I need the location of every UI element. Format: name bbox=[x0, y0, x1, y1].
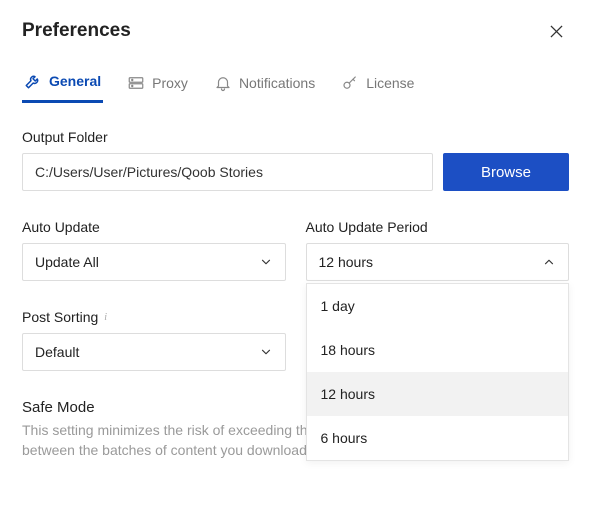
auto-update-value: Update All bbox=[35, 254, 99, 270]
output-folder-label: Output Folder bbox=[22, 129, 569, 145]
page-title: Preferences bbox=[22, 20, 131, 42]
chevron-down-icon bbox=[259, 255, 273, 269]
post-sorting-value: Default bbox=[35, 344, 79, 360]
auto-update-period-label: Auto Update Period bbox=[306, 219, 570, 235]
tab-license[interactable]: License bbox=[339, 68, 416, 102]
wrench-icon bbox=[24, 72, 42, 90]
tab-label: Notifications bbox=[239, 75, 315, 91]
post-sorting-section: Post Sorting i Default bbox=[22, 309, 286, 371]
auto-update-period-option[interactable]: 1 day bbox=[307, 284, 569, 328]
chevron-up-icon bbox=[542, 255, 556, 269]
server-icon bbox=[127, 74, 145, 92]
bell-icon bbox=[214, 74, 232, 92]
auto-update-select[interactable]: Update All bbox=[22, 243, 286, 281]
close-icon bbox=[550, 25, 563, 38]
tabs: General Proxy Notifications License bbox=[22, 66, 569, 103]
auto-update-period-option[interactable]: 6 hours bbox=[307, 416, 569, 460]
post-sorting-select[interactable]: Default bbox=[22, 333, 286, 371]
output-folder-input[interactable] bbox=[22, 153, 433, 191]
tab-proxy[interactable]: Proxy bbox=[125, 68, 190, 102]
auto-update-period-value: 12 hours bbox=[319, 254, 373, 270]
key-icon bbox=[341, 74, 359, 92]
auto-update-label: Auto Update bbox=[22, 219, 286, 235]
post-sorting-label: Post Sorting i bbox=[22, 309, 286, 325]
tab-general[interactable]: General bbox=[22, 66, 103, 103]
info-icon[interactable]: i bbox=[104, 312, 107, 323]
auto-update-period-select[interactable]: 12 hours bbox=[306, 243, 570, 281]
tab-label: License bbox=[366, 75, 414, 91]
auto-update-period-option[interactable]: 18 hours bbox=[307, 328, 569, 372]
auto-update-section: Auto Update Update All bbox=[22, 219, 286, 281]
post-sorting-label-text: Post Sorting bbox=[22, 309, 98, 325]
header: Preferences bbox=[22, 20, 569, 42]
auto-update-period-section: Auto Update Period 12 hours 1 day 18 hou… bbox=[306, 219, 570, 281]
tab-notifications[interactable]: Notifications bbox=[212, 68, 317, 102]
auto-update-period-dropdown: 1 day 18 hours 12 hours 6 hours bbox=[306, 283, 570, 461]
tab-label: Proxy bbox=[152, 75, 188, 91]
output-folder-section: Output Folder Browse bbox=[22, 129, 569, 191]
close-button[interactable] bbox=[544, 23, 569, 40]
auto-update-period-option[interactable]: 12 hours bbox=[307, 372, 569, 416]
preferences-window: Preferences General Proxy Notifications bbox=[0, 0, 591, 461]
chevron-down-icon bbox=[259, 345, 273, 359]
browse-button[interactable]: Browse bbox=[443, 153, 569, 191]
tab-label: General bbox=[49, 73, 101, 89]
